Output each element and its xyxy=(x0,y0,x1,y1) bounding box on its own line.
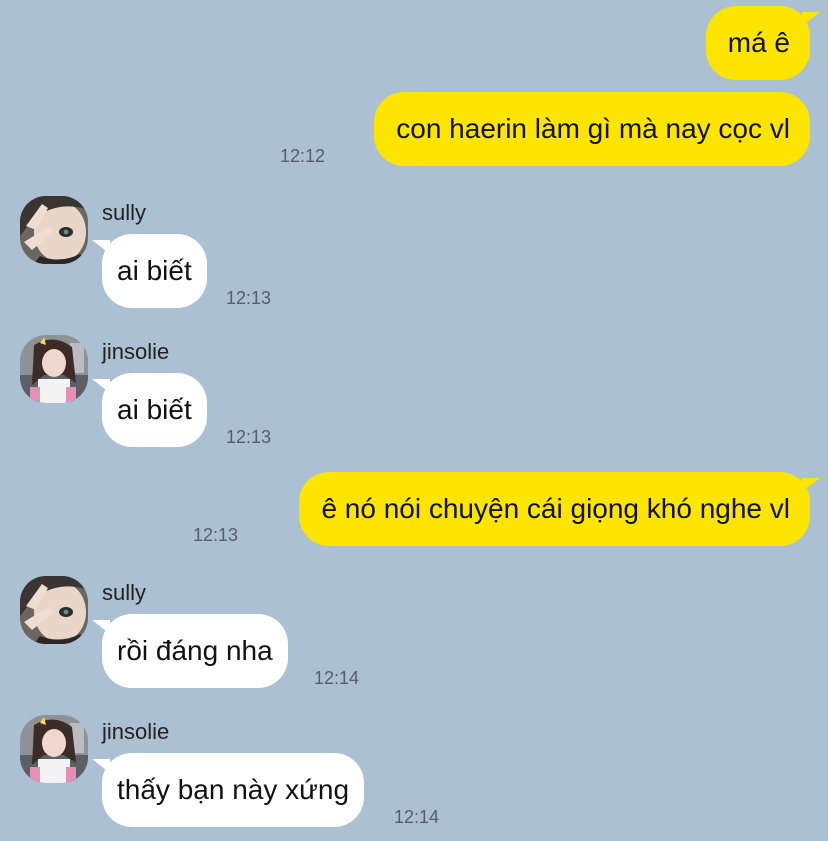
message-timestamp: 12:14 xyxy=(314,668,360,688)
avatar-peace-sign[interactable] xyxy=(20,576,88,644)
message-timestamp: 12:14 xyxy=(394,807,440,827)
avatar-girl-street[interactable] xyxy=(20,335,88,403)
message-timestamp: 12:12 xyxy=(280,146,326,166)
avatar-peace-sign[interactable] xyxy=(20,196,88,264)
message-timestamp: 12:13 xyxy=(226,427,272,447)
avatar-girl-street[interactable] xyxy=(20,715,88,783)
their-message-bubble[interactable]: thấy bạn này xứng xyxy=(91,753,365,827)
sender-name: jinsolie xyxy=(102,339,170,364)
chat-thread[interactable]: má ê con haerin làm gì mà nay cọc vl 12:… xyxy=(0,0,828,841)
my-message-bubble[interactable]: má ê xyxy=(705,6,821,80)
their-message-bubble[interactable]: ai biết xyxy=(92,373,207,447)
sender-name: sully xyxy=(102,580,147,605)
their-message-bubble[interactable]: ai biết xyxy=(92,234,207,308)
my-message-bubble[interactable]: ê nó nói chuyện cái giọng khó nghe vl xyxy=(299,472,820,546)
sender-name: sully xyxy=(102,200,147,225)
message-timestamp: 12:13 xyxy=(226,288,272,308)
their-message-bubble[interactable]: rồi đáng nha xyxy=(92,614,288,688)
message-timestamp: 12:13 xyxy=(193,525,239,545)
my-message-bubble[interactable]: con haerin làm gì mà nay cọc vl xyxy=(374,92,810,166)
sender-name: jinsolie xyxy=(102,719,170,744)
